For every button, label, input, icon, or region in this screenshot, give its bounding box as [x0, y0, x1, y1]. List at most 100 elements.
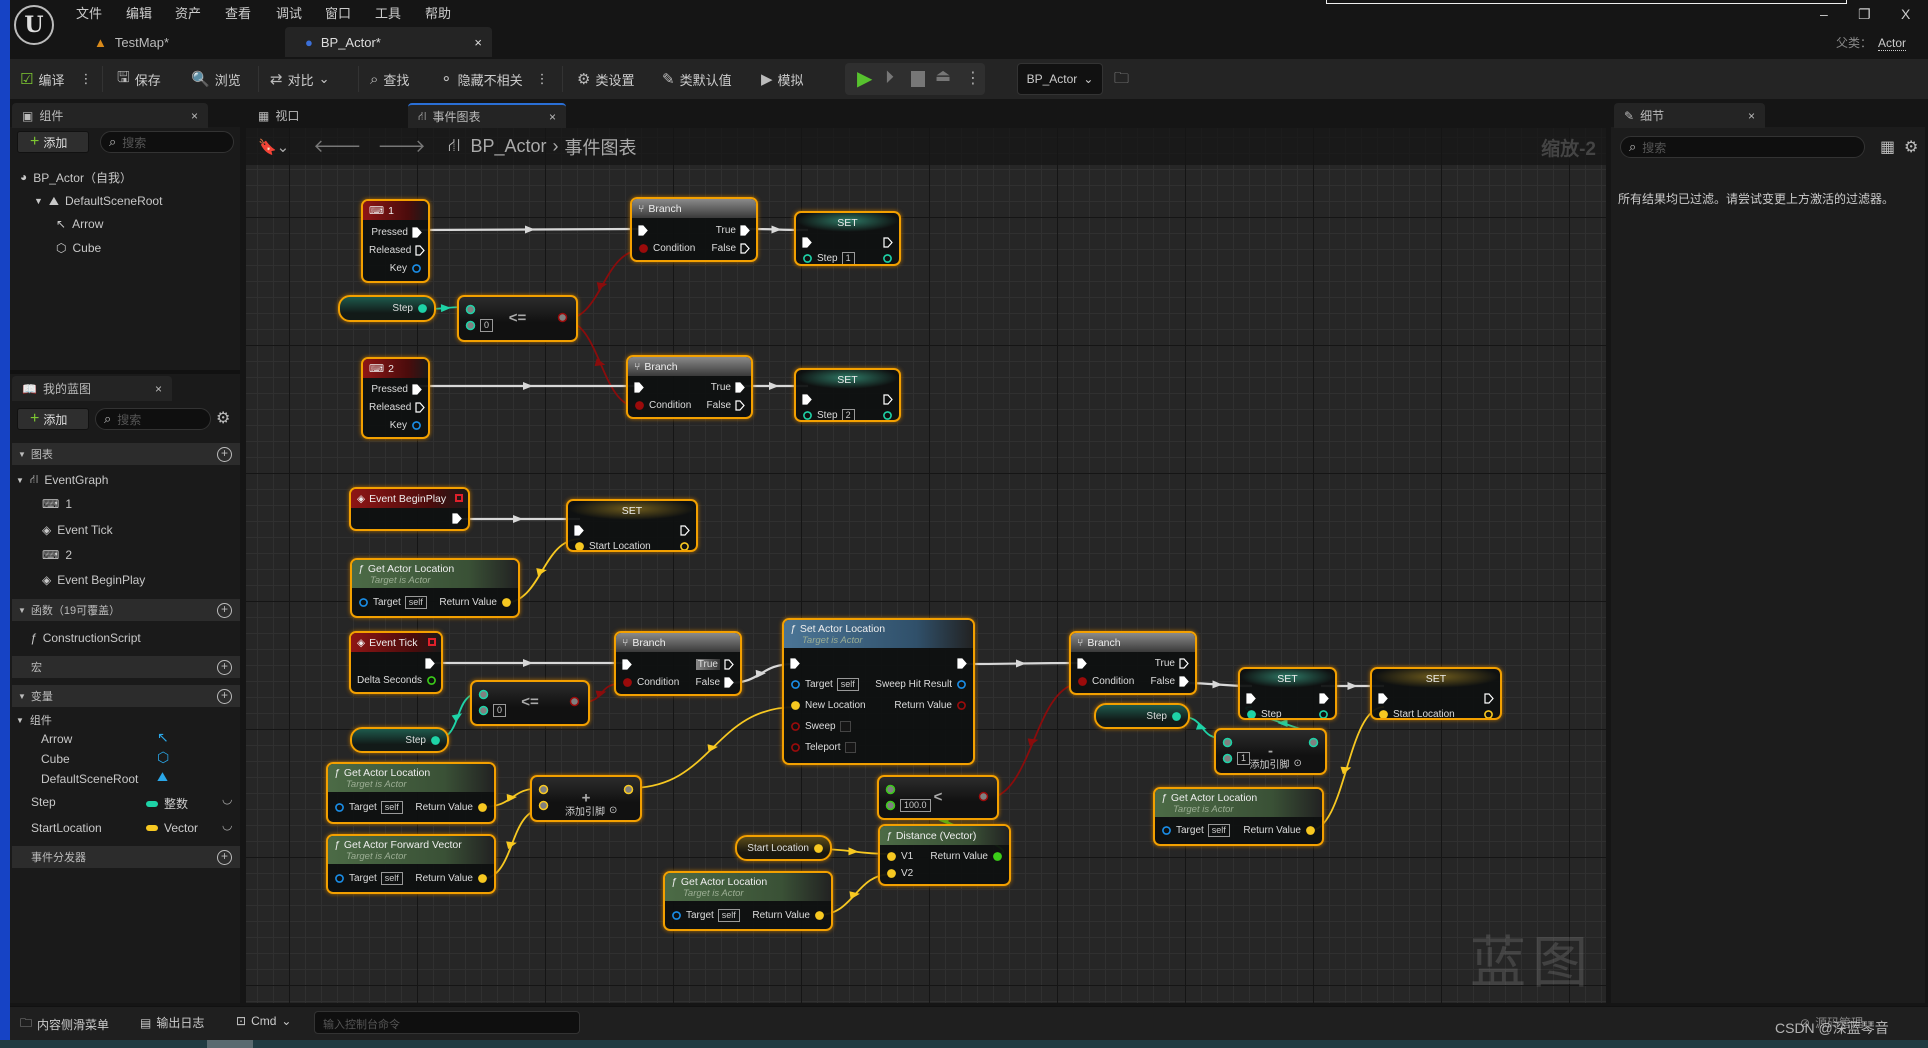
tab-details[interactable]: ✎ 细节 ×: [1614, 103, 1765, 128]
section-macros[interactable]: 宏 +: [12, 656, 240, 678]
bool-pin-icon[interactable]: [622, 677, 633, 688]
tab-viewport[interactable]: ▦ 视口: [248, 103, 368, 128]
int-pin-icon[interactable]: [1171, 711, 1182, 722]
exec-pin-icon[interactable]: [415, 402, 426, 413]
exec-pin-icon[interactable]: [415, 245, 426, 256]
minimize-button[interactable]: –: [1820, 6, 1828, 22]
vec-pin-icon[interactable]: [1378, 709, 1389, 718]
node-header[interactable]: ⌨ 2: [363, 359, 428, 378]
obj-pin-icon[interactable]: [411, 420, 422, 431]
vec-pin-icon[interactable]: [538, 784, 549, 795]
more-icon[interactable]: ⋮: [536, 71, 549, 87]
menu-debug[interactable]: 调试: [276, 3, 302, 22]
exec-pin[interactable]: [622, 658, 632, 670]
node-header[interactable]: ◈ Event Tick: [351, 633, 441, 652]
condition-pin[interactable]: Condition: [634, 400, 691, 411]
pin-default-value[interactable]: 1: [841, 251, 855, 264]
close-icon[interactable]: ×: [155, 382, 162, 396]
node-header[interactable]: ƒ Get Actor Location Target is Actor: [352, 560, 518, 588]
return-value-pin[interactable]: Return Value: [415, 873, 488, 884]
cmd-dropdown[interactable]: ⊡ Cmd ⌄: [236, 1014, 291, 1028]
int-pin-icon[interactable]: [465, 320, 476, 331]
exec-pin-icon[interactable]: [883, 393, 893, 405]
close-icon[interactable]: ×: [1748, 109, 1755, 123]
exec-pin-icon[interactable]: [425, 658, 435, 669]
int-pin[interactable]: [478, 689, 489, 700]
node-header[interactable]: ⑂ Branch: [632, 199, 756, 218]
pin-checkbox[interactable]: [844, 742, 856, 754]
int-pin-icon[interactable]: [1318, 709, 1329, 718]
node-le1[interactable]: 0 <=: [457, 295, 578, 342]
tab-bp-actor[interactable]: ● BP_Actor* ×: [285, 27, 492, 57]
start-location-pin[interactable]: Start Location: [1378, 709, 1455, 718]
vec-pin-icon[interactable]: [790, 700, 801, 711]
int-pin-icon[interactable]: [478, 705, 489, 716]
node-gal-a[interactable]: ƒ Get Actor Location Target is Actor Target…: [350, 558, 520, 618]
vec-pin-icon[interactable]: [1305, 825, 1316, 836]
node-add[interactable]: + 添加引脚 ⊙: [530, 775, 642, 822]
exec-pin[interactable]: [957, 658, 967, 669]
graph-item-eventgraph[interactable]: ▼ ⛙ EventGraph: [16, 470, 108, 490]
add-circle-icon[interactable]: +: [217, 688, 232, 704]
node-sal[interactable]: ƒ Set Actor Location Target is Actor Target…: [782, 618, 975, 765]
tree-item-cube[interactable]: ⬡ Cube: [56, 238, 101, 258]
diff-button[interactable]: ⇄ 对比 ⌄: [270, 68, 330, 90]
taskbar-item[interactable]: [207, 1040, 253, 1048]
graph-item[interactable]: ⌨ 1: [42, 494, 72, 514]
close-icon[interactable]: ×: [549, 110, 556, 124]
released-pin[interactable]: Released: [369, 402, 426, 413]
start-location-pin[interactable]: Start Location: [574, 541, 651, 550]
event-graph-canvas[interactable]: ⌨ 1 Pressed Released Key ⑂ Branch True Condition…: [246, 128, 1606, 1003]
exec-pin-icon[interactable]: [634, 382, 644, 393]
step-pin[interactable]: Step 1: [802, 251, 855, 264]
return-value-pin[interactable]: Return Value: [894, 700, 967, 711]
int-pin-icon[interactable]: [478, 689, 489, 700]
pin-default-value[interactable]: 100.0: [900, 798, 931, 812]
vec-pin[interactable]: [623, 784, 634, 795]
pin-default-value[interactable]: 0: [480, 318, 494, 332]
true-pin[interactable]: True: [716, 225, 750, 236]
int-pin[interactable]: 0: [478, 703, 507, 717]
float-pin-icon[interactable]: [885, 800, 896, 811]
bookmark-icon[interactable]: 🔖⌄: [258, 138, 289, 156]
menu-tools[interactable]: 工具: [375, 3, 401, 22]
node-header[interactable]: SET: [796, 370, 899, 389]
function-item[interactable]: ƒ ConstructionScript: [30, 628, 141, 648]
condition-pin[interactable]: Condition: [1077, 676, 1134, 687]
v1-pin[interactable]: V1: [886, 851, 913, 862]
splitter[interactable]: [10, 370, 240, 374]
sweep-hit-result-pin[interactable]: Sweep Hit Result: [875, 679, 967, 690]
more-icon[interactable]: ⋮: [79, 71, 92, 87]
collapse-arrow-icon[interactable]: ▼: [34, 196, 43, 206]
variable-type[interactable]: Vector: [146, 821, 198, 835]
node-header[interactable]: ƒ Set Actor Location Target is Actor: [784, 620, 973, 648]
tree-item-arrow[interactable]: ↖ Arrow: [56, 214, 103, 234]
bool-pin-icon[interactable]: [790, 721, 801, 732]
pin-default-value[interactable]: self: [1207, 824, 1230, 837]
node-step2[interactable]: Step: [350, 727, 449, 753]
variable-item[interactable]: Cube: [41, 749, 70, 769]
vec-pin-icon[interactable]: [886, 868, 897, 879]
node-step1[interactable]: Step: [338, 295, 436, 322]
obj-pin-icon[interactable]: [334, 802, 345, 813]
variable-step[interactable]: Step: [31, 792, 56, 812]
node-set-sl2[interactable]: SET Start Location: [1370, 667, 1502, 720]
vec-pin-icon[interactable]: [814, 910, 825, 921]
node-beginplay[interactable]: ◈ Event BeginPlay: [349, 487, 470, 531]
eye-closed-icon[interactable]: ◡: [222, 818, 232, 832]
pin-checkbox[interactable]: [839, 721, 851, 733]
bool-pin-icon[interactable]: [978, 791, 989, 802]
int-pin[interactable]: [1308, 737, 1319, 748]
vec-pin-icon[interactable]: [623, 784, 634, 795]
pressed-pin[interactable]: Pressed: [371, 227, 422, 238]
step-pin[interactable]: Step: [392, 303, 428, 314]
int-pin[interactable]: [465, 304, 476, 315]
add-member-button[interactable]: + 添加: [17, 408, 89, 430]
pin-default-value[interactable]: self: [717, 908, 740, 922]
v2-pin[interactable]: V2: [886, 868, 913, 879]
node-key1[interactable]: ⌨ 1 Pressed Released Key: [361, 199, 430, 283]
target-pin[interactable]: Target self: [790, 677, 859, 691]
class-settings-button[interactable]: ⚙ 类设置: [577, 68, 634, 90]
stop-icon[interactable]: [911, 71, 925, 87]
exec-pin-icon[interactable]: [735, 400, 745, 411]
